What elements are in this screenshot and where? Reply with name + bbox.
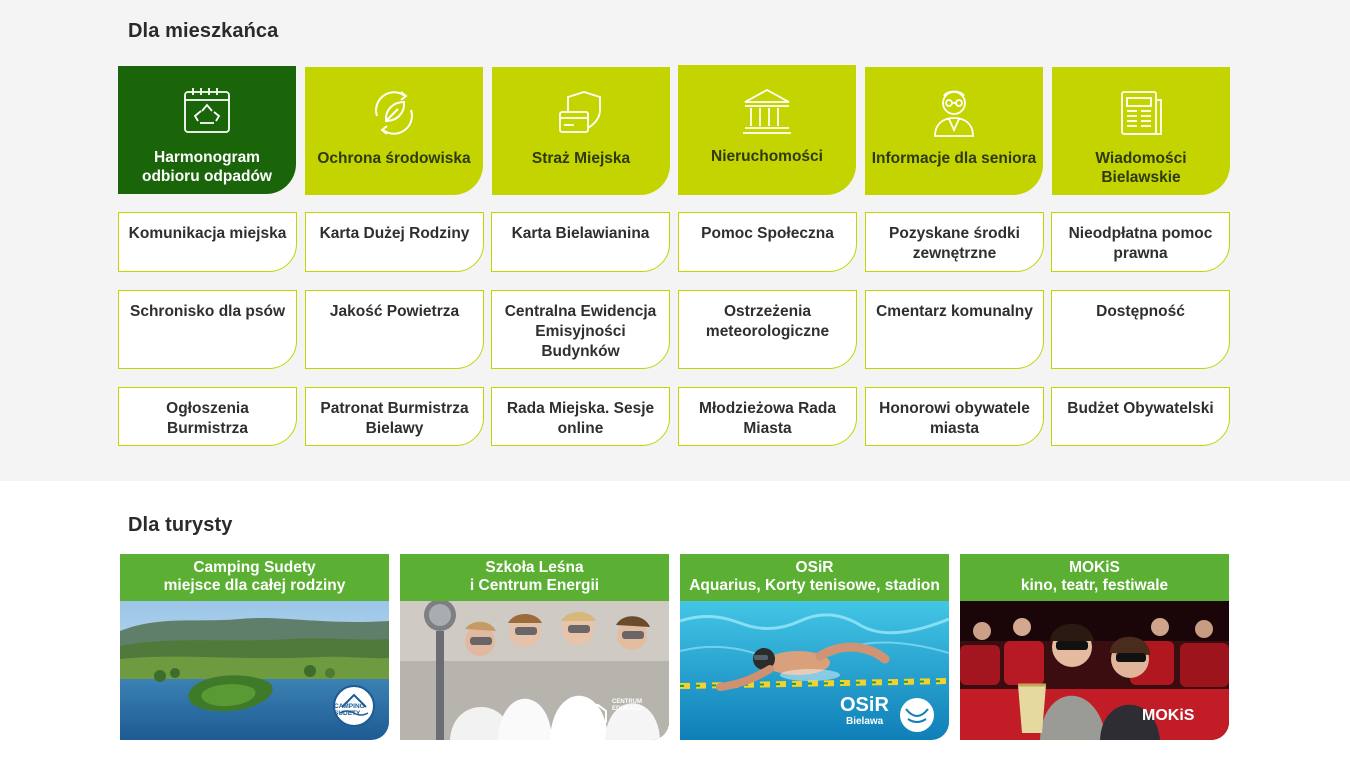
link-free-legal-aid[interactable]: Nieodpłatna pomoc prawna xyxy=(1051,212,1230,272)
tile-label: Informacje dla seniora xyxy=(871,150,1037,167)
swimmer-pool-photo: OSiR Bielawa xyxy=(680,601,949,740)
tile-city-guard[interactable]: Straż Miejska xyxy=(492,67,670,195)
tile-label: Straż Miejska xyxy=(531,150,631,167)
card-subtitle: miejsce dla całej rodziny xyxy=(163,577,346,594)
card-subtitle: kino, teatr, festiwale xyxy=(1020,577,1169,594)
camping-logo-text: CAMPING SUDETY xyxy=(334,703,365,717)
link-accessibility[interactable]: Dostępność xyxy=(1051,290,1230,369)
tile-environment[interactable]: Ochrona środowiska xyxy=(305,67,483,195)
link-municipal-cemetery[interactable]: Cmentarz komunalny xyxy=(865,290,1044,369)
tile-senior-info[interactable]: Informacje dla seniora xyxy=(865,67,1043,195)
newspaper-icon xyxy=(1121,91,1162,135)
link-honorary-citizens[interactable]: Honorowi obywatele miasta xyxy=(865,387,1044,446)
tile-label: Ochrona środowiska xyxy=(317,150,471,167)
tile-bielawa-news[interactable]: Wiadomości Bielawskie xyxy=(1052,67,1230,195)
card-forest-school[interactable]: Szkoła Leśna i Centrum Energii CENTRUM E… xyxy=(400,554,669,740)
building-columns-icon xyxy=(743,88,791,134)
resident-section: Dla mieszkańca Harmonogram odbioru odpad… xyxy=(0,0,1350,481)
tile-label: Nieruchomości xyxy=(711,148,823,165)
camping-lake-photo: CAMPING SUDETY xyxy=(120,601,389,740)
card-title: Szkoła Leśna xyxy=(485,559,584,576)
osir-logo-text: OSiR xyxy=(840,694,889,716)
card-title: MOKiS xyxy=(1069,559,1120,576)
link-civic-budget[interactable]: Budżet Obywatelski xyxy=(1051,387,1230,446)
card-subtitle: Aquarius, Korty tenisowe, stadion xyxy=(689,577,940,594)
link-mayor-patronage[interactable]: Patronat Burmistrza Bielawy xyxy=(305,387,484,446)
osir-logo-subtext: Bielawa xyxy=(846,716,884,727)
card-mokis[interactable]: MOKiS kino, teatr, festiwale MOKiS xyxy=(960,554,1229,740)
tile-waste-schedule[interactable]: Harmonogram odbioru odpadów xyxy=(118,66,296,194)
link-weather-warnings[interactable]: Ostrzeżenia meteorologiczne xyxy=(678,290,857,369)
card-header: Camping Sudety miejsce dla całej rodziny xyxy=(120,554,389,601)
link-building-emission-register[interactable]: Centralna Ewidencja Emisyjności Budynków xyxy=(491,290,670,369)
card-header: Szkoła Leśna i Centrum Energii xyxy=(400,554,669,601)
card-subtitle: i Centrum Energii xyxy=(469,577,600,594)
link-mayor-announcements[interactable]: Ogłoszenia Burmistrza xyxy=(118,387,297,446)
link-social-help[interactable]: Pomoc Społeczna xyxy=(678,212,857,272)
leaf-cycle-icon xyxy=(375,91,413,135)
card-osir[interactable]: OSiR Aquarius, Korty tenisowe, stadion O… xyxy=(680,554,949,740)
link-large-family-card[interactable]: Karta Dużej Rodziny xyxy=(305,212,484,272)
card-title: Camping Sudety xyxy=(193,559,316,576)
senior-person-icon xyxy=(934,90,974,137)
tile-label: Harmonogram odbioru odpadów xyxy=(141,149,272,185)
link-air-quality[interactable]: Jakość Powietrza xyxy=(305,290,484,369)
resident-section-title: Dla mieszkańca xyxy=(128,20,279,42)
card-header: MOKiS kino, teatr, festiwale xyxy=(960,554,1229,601)
card-header: OSiR Aquarius, Korty tenisowe, stadion xyxy=(680,554,949,601)
card-title: OSiR xyxy=(795,559,834,576)
recycle-calendar-icon xyxy=(184,88,230,133)
link-public-transport[interactable]: Komunikacja miejska xyxy=(118,212,297,272)
link-youth-council[interactable]: Młodzieżowa Rada Miasta xyxy=(678,387,857,446)
tile-label: Wiadomości Bielawskie xyxy=(1095,150,1187,186)
kids-science-photo: CENTRUM EDUKACJI xyxy=(400,601,669,740)
link-bielawa-card[interactable]: Karta Bielawianina xyxy=(491,212,670,272)
card-camping-sudety[interactable]: Camping Sudety miejsce dla całej rodziny xyxy=(120,554,389,740)
link-dog-shelter[interactable]: Schronisko dla psów xyxy=(118,290,297,369)
tile-real-estate[interactable]: Nieruchomości xyxy=(678,65,856,195)
shield-card-icon xyxy=(559,91,601,133)
link-council-sessions-online[interactable]: Rada Miejska. Sesje online xyxy=(491,387,670,446)
cinema-audience-photo: MOKiS xyxy=(960,601,1229,740)
link-external-funds[interactable]: Pozyskane środki zewnętrzne xyxy=(865,212,1044,272)
mokis-logo-text: MOKiS xyxy=(1142,707,1195,724)
tourist-section-title: Dla turysty xyxy=(128,514,233,536)
forest-school-logo-text: CENTRUM EDUKACJI xyxy=(612,699,643,712)
